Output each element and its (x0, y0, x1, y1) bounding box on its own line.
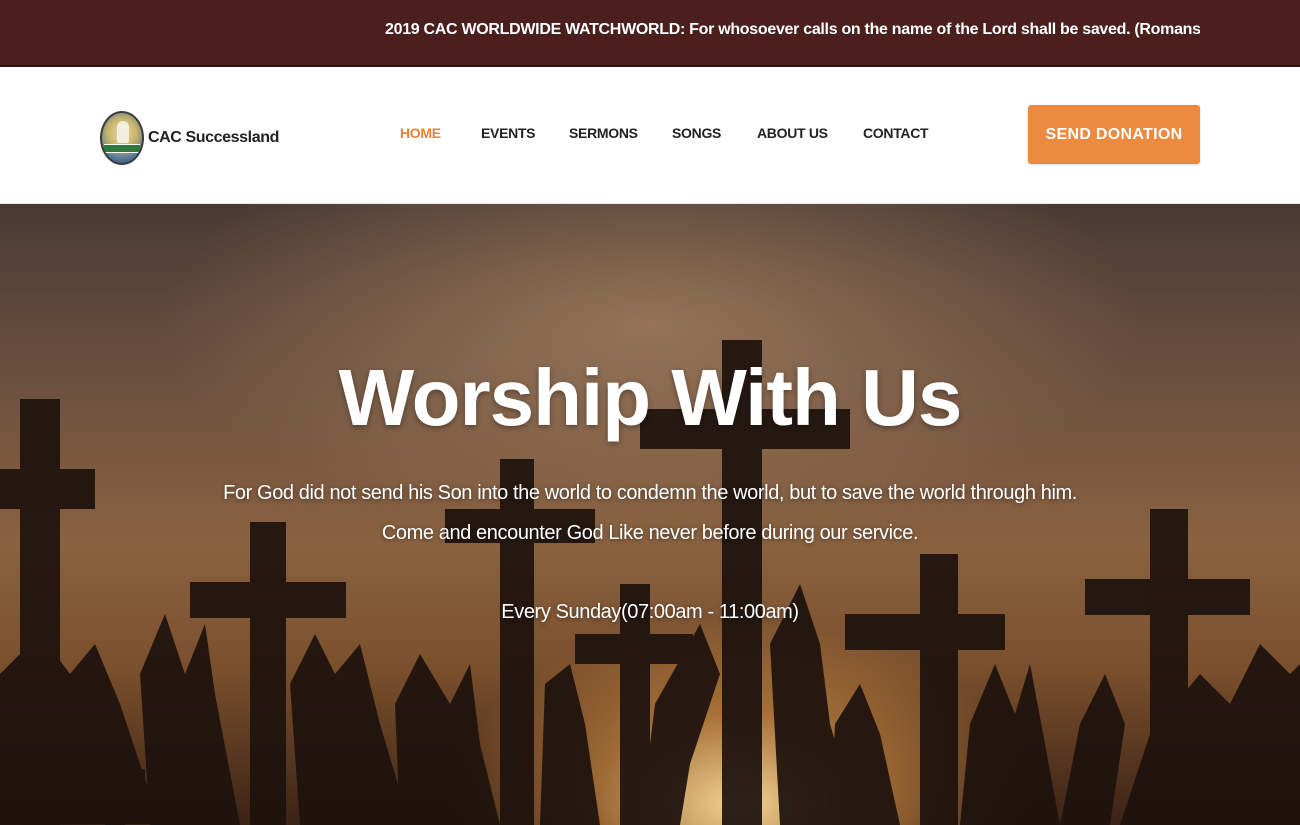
nav-item-songs[interactable]: SONGS (672, 125, 721, 141)
nav-item-home[interactable]: HOME (400, 125, 441, 141)
nav-item-about-us[interactable]: ABOUT US (757, 125, 828, 141)
site-header: CAC Successland HOME EVENTS SERMONS SONG… (0, 67, 1300, 204)
hero-title: Worship With Us (338, 353, 963, 442)
hero-invitation: Come and encounter God Like never before… (381, 522, 919, 544)
ticker-viewport: 2019 CAC WORLDWIDE WATCHWORLD: For whoso… (385, 0, 1200, 65)
hero-verse: For God did not send his Son into the wo… (223, 482, 1077, 504)
nav-item-sermons[interactable]: SERMONS (569, 125, 638, 141)
hero-banner: Worship With Us For God did not send his… (0, 204, 1300, 825)
nav-item-events[interactable]: EVENTS (481, 125, 536, 141)
hero-service-time: Every Sunday(07:00am - 11:00am) (501, 601, 799, 623)
crosses-and-raised-hands-image (0, 340, 1300, 825)
nav-item-contact[interactable]: CONTACT (863, 125, 929, 141)
ticker-text: 2019 CAC WORLDWIDE WATCHWORLD: For whoso… (385, 21, 1200, 38)
announcement-ticker: 2019 CAC WORLDWIDE WATCHWORLD: For whoso… (0, 0, 1300, 67)
send-donation-button[interactable]: SEND DONATION (1028, 105, 1200, 164)
